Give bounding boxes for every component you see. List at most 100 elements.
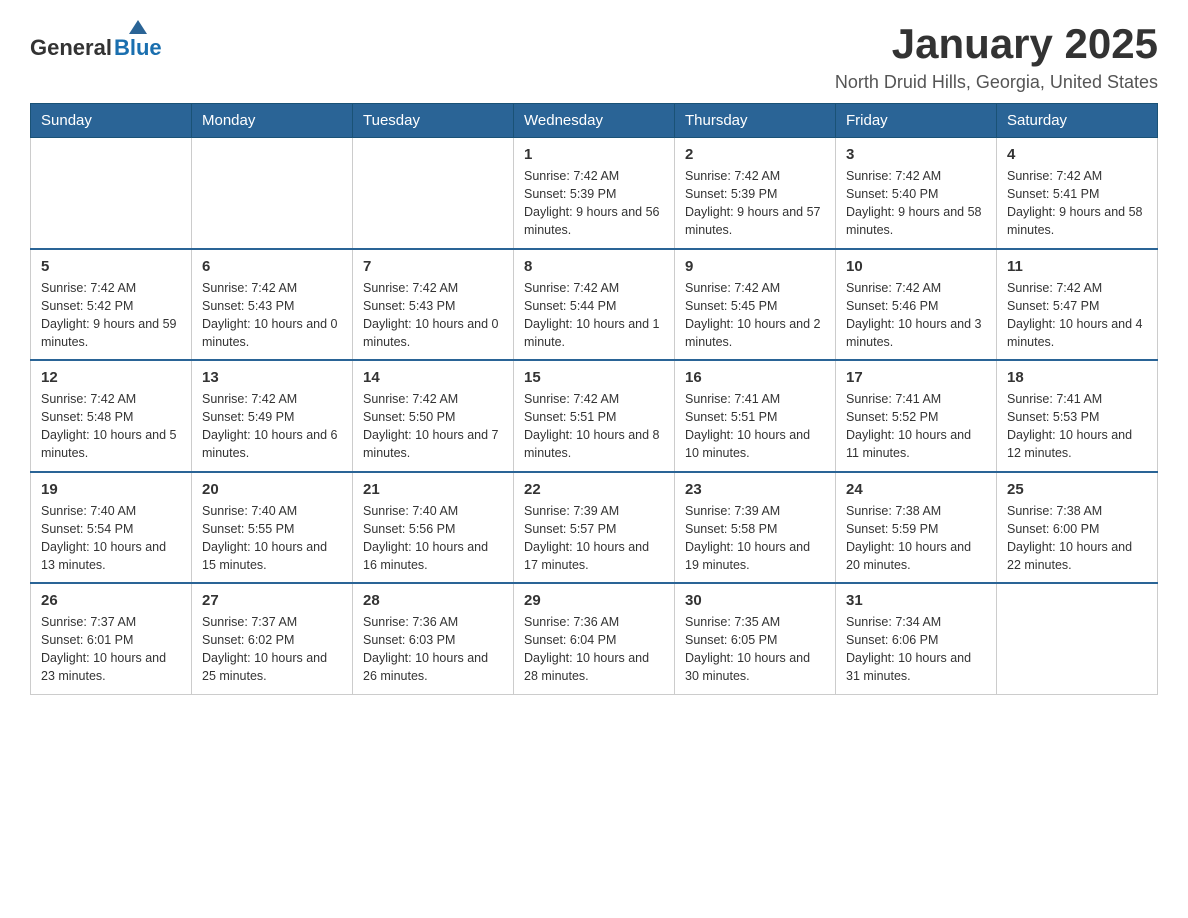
month-title: January 2025 [835, 20, 1158, 68]
day-number: 29 [524, 592, 664, 609]
day-info: Sunrise: 7:38 AM Sunset: 5:59 PM Dayligh… [846, 502, 986, 575]
calendar-cell: 3 Sunrise: 7:42 AM Sunset: 5:40 PM Daylig… [836, 138, 997, 249]
calendar-cell: 18Sunrise: 7:41 AM Sunset: 5:53 PM Dayli… [997, 360, 1158, 472]
title-section: January 2025 North Druid Hills, Georgia,… [835, 20, 1158, 93]
day-info: Sunrise: 7:42 AM Sunset: 5:43 PM Dayligh… [363, 279, 503, 352]
calendar-cell: 6 Sunrise: 7:42 AM Sunset: 5:43 PM Daylig… [192, 249, 353, 361]
calendar-cell: 5Sunrise: 7:42 AM Sunset: 5:42 PM Daylig… [31, 249, 192, 361]
day-number: 14 [363, 369, 503, 386]
calendar-cell [192, 138, 353, 249]
day-number: 4 [1007, 146, 1147, 163]
logo-icon: General Blue [30, 20, 162, 61]
day-number: 9 [685, 258, 825, 275]
calendar-header-row: SundayMondayTuesdayWednesdayThursdayFrid… [31, 104, 1158, 138]
day-number: 5 [41, 258, 181, 275]
calendar-week-row: 19 Sunrise: 7:40 AM Sunset: 5:54 PM Dayli… [31, 472, 1158, 584]
calendar-header-friday: Friday [836, 104, 997, 138]
day-number: 25 [1007, 481, 1147, 498]
calendar-cell: 8Sunrise: 7:42 AM Sunset: 5:44 PM Daylig… [514, 249, 675, 361]
calendar-cell: 13Sunrise: 7:42 AM Sunset: 5:49 PM Dayli… [192, 360, 353, 472]
day-info: Sunrise: 7:42 AM Sunset: 5:48 PM Dayligh… [41, 390, 181, 463]
calendar-cell: 2 Sunrise: 7:42 AM Sunset: 5:39 PM Daylig… [675, 138, 836, 249]
day-number: 20 [202, 481, 342, 498]
calendar-cell: 24Sunrise: 7:38 AM Sunset: 5:59 PM Dayli… [836, 472, 997, 584]
day-info: Sunrise: 7:36 AM Sunset: 6:03 PM Dayligh… [363, 613, 503, 686]
day-number: 23 [685, 481, 825, 498]
day-number: 21 [363, 481, 503, 498]
day-info: Sunrise: 7:42 AM Sunset: 5:51 PM Dayligh… [524, 390, 664, 463]
calendar-cell: 9 Sunrise: 7:42 AM Sunset: 5:45 PM Daylig… [675, 249, 836, 361]
calendar-week-row: 1 Sunrise: 7:42 AM Sunset: 5:39 PM Daylig… [31, 138, 1158, 249]
day-info: Sunrise: 7:42 AM Sunset: 5:39 PM Dayligh… [685, 167, 825, 240]
calendar-cell: 30Sunrise: 7:35 AM Sunset: 6:05 PM Dayli… [675, 583, 836, 694]
calendar-cell [353, 138, 514, 249]
calendar-week-row: 26 Sunrise: 7:37 AM Sunset: 6:01 PM Dayli… [31, 583, 1158, 694]
day-info: Sunrise: 7:40 AM Sunset: 5:55 PM Dayligh… [202, 502, 342, 575]
calendar-cell: 21Sunrise: 7:40 AM Sunset: 5:56 PM Dayli… [353, 472, 514, 584]
day-info: Sunrise: 7:42 AM Sunset: 5:40 PM Dayligh… [846, 167, 986, 240]
day-number: 12 [41, 369, 181, 386]
calendar-cell: 27 Sunrise: 7:37 AM Sunset: 6:02 PM Dayli… [192, 583, 353, 694]
day-number: 3 [846, 146, 986, 163]
day-number: 27 [202, 592, 342, 609]
calendar-cell: 16 Sunrise: 7:41 AM Sunset: 5:51 PM Dayli… [675, 360, 836, 472]
calendar-cell: 19 Sunrise: 7:40 AM Sunset: 5:54 PM Dayli… [31, 472, 192, 584]
day-number: 31 [846, 592, 986, 609]
page-header: General Blue January 2025 North Druid Hi… [30, 20, 1158, 93]
day-number: 26 [41, 592, 181, 609]
day-info: Sunrise: 7:41 AM Sunset: 5:51 PM Dayligh… [685, 390, 825, 463]
calendar-header-sunday: Sunday [31, 104, 192, 138]
day-info: Sunrise: 7:42 AM Sunset: 5:43 PM Dayligh… [202, 279, 342, 352]
day-info: Sunrise: 7:42 AM Sunset: 5:41 PM Dayligh… [1007, 167, 1147, 240]
day-number: 16 [685, 369, 825, 386]
day-info: Sunrise: 7:37 AM Sunset: 6:01 PM Dayligh… [41, 613, 181, 686]
day-info: Sunrise: 7:42 AM Sunset: 5:45 PM Dayligh… [685, 279, 825, 352]
day-info: Sunrise: 7:40 AM Sunset: 5:54 PM Dayligh… [41, 502, 181, 575]
calendar-cell: 12 Sunrise: 7:42 AM Sunset: 5:48 PM Dayli… [31, 360, 192, 472]
calendar-week-row: 12 Sunrise: 7:42 AM Sunset: 5:48 PM Dayli… [31, 360, 1158, 472]
day-number: 13 [202, 369, 342, 386]
day-number: 1 [524, 146, 664, 163]
calendar-header-monday: Monday [192, 104, 353, 138]
logo: General Blue [30, 20, 162, 61]
logo-text-blue: Blue [114, 35, 162, 61]
day-number: 10 [846, 258, 986, 275]
calendar-cell: 23 Sunrise: 7:39 AM Sunset: 5:58 PM Dayli… [675, 472, 836, 584]
calendar-cell: 11 Sunrise: 7:42 AM Sunset: 5:47 PM Dayli… [997, 249, 1158, 361]
calendar-cell [31, 138, 192, 249]
day-number: 19 [41, 481, 181, 498]
day-number: 22 [524, 481, 664, 498]
calendar-cell: 7 Sunrise: 7:42 AM Sunset: 5:43 PM Daylig… [353, 249, 514, 361]
day-info: Sunrise: 7:42 AM Sunset: 5:47 PM Dayligh… [1007, 279, 1147, 352]
calendar-header-wednesday: Wednesday [514, 104, 675, 138]
calendar-cell: 17 Sunrise: 7:41 AM Sunset: 5:52 PM Dayli… [836, 360, 997, 472]
calendar-cell: 28 Sunrise: 7:36 AM Sunset: 6:03 PM Dayli… [353, 583, 514, 694]
calendar-cell: 4 Sunrise: 7:42 AM Sunset: 5:41 PM Daylig… [997, 138, 1158, 249]
day-number: 11 [1007, 258, 1147, 275]
calendar-header-tuesday: Tuesday [353, 104, 514, 138]
day-info: Sunrise: 7:38 AM Sunset: 6:00 PM Dayligh… [1007, 502, 1147, 575]
calendar-cell: 22Sunrise: 7:39 AM Sunset: 5:57 PM Dayli… [514, 472, 675, 584]
calendar-week-row: 5Sunrise: 7:42 AM Sunset: 5:42 PM Daylig… [31, 249, 1158, 361]
calendar-cell [997, 583, 1158, 694]
day-number: 17 [846, 369, 986, 386]
calendar-cell: 14 Sunrise: 7:42 AM Sunset: 5:50 PM Dayli… [353, 360, 514, 472]
day-number: 6 [202, 258, 342, 275]
calendar-header-saturday: Saturday [997, 104, 1158, 138]
day-info: Sunrise: 7:41 AM Sunset: 5:52 PM Dayligh… [846, 390, 986, 463]
day-info: Sunrise: 7:42 AM Sunset: 5:50 PM Dayligh… [363, 390, 503, 463]
day-number: 30 [685, 592, 825, 609]
day-number: 7 [363, 258, 503, 275]
day-info: Sunrise: 7:37 AM Sunset: 6:02 PM Dayligh… [202, 613, 342, 686]
day-info: Sunrise: 7:42 AM Sunset: 5:44 PM Dayligh… [524, 279, 664, 352]
calendar-cell: 26 Sunrise: 7:37 AM Sunset: 6:01 PM Dayli… [31, 583, 192, 694]
day-number: 15 [524, 369, 664, 386]
day-info: Sunrise: 7:42 AM Sunset: 5:39 PM Dayligh… [524, 167, 664, 240]
day-info: Sunrise: 7:34 AM Sunset: 6:06 PM Dayligh… [846, 613, 986, 686]
calendar-cell: 1 Sunrise: 7:42 AM Sunset: 5:39 PM Daylig… [514, 138, 675, 249]
day-number: 2 [685, 146, 825, 163]
day-info: Sunrise: 7:39 AM Sunset: 5:58 PM Dayligh… [685, 502, 825, 575]
calendar-cell: 10Sunrise: 7:42 AM Sunset: 5:46 PM Dayli… [836, 249, 997, 361]
day-number: 28 [363, 592, 503, 609]
calendar-cell: 20 Sunrise: 7:40 AM Sunset: 5:55 PM Dayli… [192, 472, 353, 584]
